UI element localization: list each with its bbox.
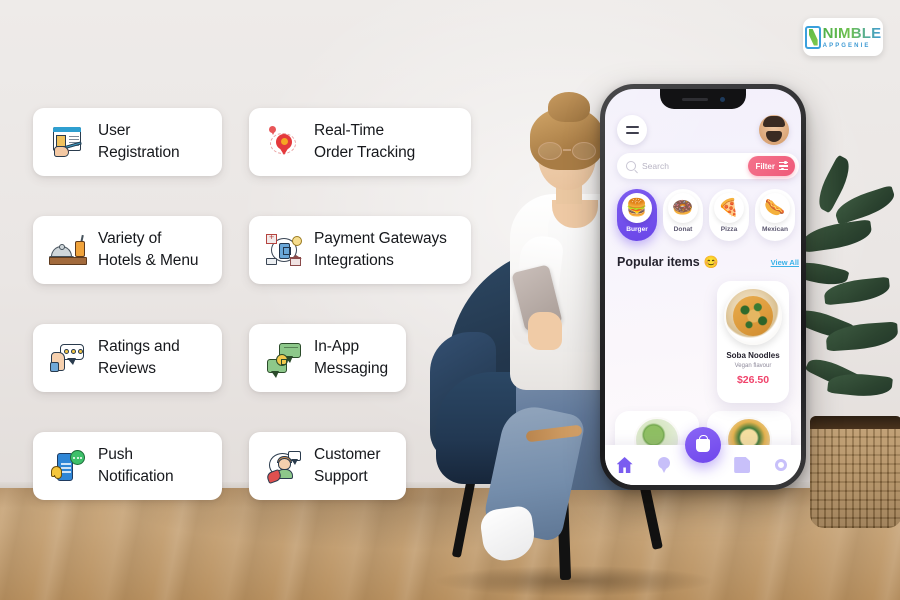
filter-label: Filter [755, 161, 775, 171]
hero-scene: Search Filter 🍔 Burger 🍩 Donat 🍕 Pizza 🌭… [0, 0, 900, 600]
app-screen: Search Filter 🍔 Burger 🍩 Donat 🍕 Pizza 🌭… [605, 89, 801, 485]
hotdog-icon: 🌭 [760, 193, 790, 223]
feature-label: Real-Time Order Tracking [314, 122, 416, 161]
feature-card-ratings-and-reviews[interactable]: Ratings and Reviews [33, 324, 222, 392]
feature-label: Ratings and Reviews [98, 338, 180, 377]
category-chip-mexican[interactable]: 🌭 Mexican [755, 189, 795, 241]
food-cloche-drink-icon [49, 231, 87, 269]
feature-label: Payment Gateways Integrations [314, 230, 447, 269]
document-icon[interactable] [734, 457, 751, 473]
search-input[interactable]: Search Filter [617, 153, 799, 179]
featured-item-card[interactable]: Soba Noodles Vegan flavour $26.50 [717, 281, 789, 403]
home-icon[interactable] [616, 457, 633, 473]
logo-tagline: APPGENIE [822, 42, 871, 49]
feature-card-push-notification[interactable]: Push Notification [33, 432, 222, 500]
app-header [605, 111, 801, 149]
feature-card-user-registration[interactable]: User Registration [33, 108, 222, 176]
wicker-basket [810, 416, 900, 528]
filter-sliders-icon [779, 161, 788, 171]
front-camera-icon [719, 96, 725, 102]
map-pin-route-icon [265, 123, 303, 161]
feature-label: Customer Support [314, 446, 381, 485]
logo-wordmark: NIMBLE APPGENIE [823, 26, 882, 49]
filter-button[interactable]: Filter [748, 156, 795, 176]
category-chips: 🍔 Burger 🍩 Donat 🍕 Pizza 🌭 Mexican [617, 189, 795, 241]
feature-card-customer-support[interactable]: Customer Support [249, 432, 406, 500]
support-agent-headset-icon [265, 447, 303, 485]
feature-label: User Registration [98, 122, 180, 161]
noodles-photo [724, 287, 782, 345]
item-name: Soba Noodles [726, 351, 780, 360]
feature-card-real-time-order-tracking[interactable]: Real-Time Order Tracking [249, 108, 471, 176]
payment-network-icon [265, 231, 303, 269]
category-chip-pizza[interactable]: 🍕 Pizza [709, 189, 749, 241]
phone-bell-alert-icon [49, 447, 87, 485]
burger-icon: 🍔 [622, 193, 652, 223]
feature-card-payment-gateways-integrations[interactable]: Payment Gateways Integrations [249, 216, 471, 284]
category-label: Burger [626, 226, 648, 233]
shopping-bag-icon [696, 434, 710, 452]
gear-icon[interactable] [773, 457, 789, 473]
feature-label: Variety of Hotels & Menu [98, 230, 199, 269]
mobile-phone-icon [804, 25, 821, 49]
phone-notch [660, 89, 746, 109]
category-chip-burger[interactable]: 🍔 Burger [617, 189, 657, 241]
category-label: Mexican [761, 226, 789, 233]
id-card-registration-icon [49, 123, 87, 161]
thumbs-up-chat-icon [49, 339, 87, 377]
pizza-icon: 🍕 [714, 193, 744, 223]
feature-label: In-App Messaging [314, 338, 389, 377]
user-avatar-icon[interactable] [759, 115, 789, 145]
eyeglasses-icon [536, 142, 598, 160]
logo-name: NIMBLE [822, 24, 882, 42]
shopping-bag-button[interactable] [685, 427, 721, 463]
popular-items-header: Popular items 😊 View All [617, 255, 799, 269]
phone-mockup: Search Filter 🍔 Burger 🍩 Donat 🍕 Pizza 🌭… [600, 84, 806, 490]
feature-label: Push Notification [98, 446, 174, 485]
section-title: Popular items 😊 [617, 255, 719, 269]
smiley-icon: 😊 [703, 255, 719, 269]
brand-logo[interactable]: NIMBLE APPGENIE [803, 18, 883, 56]
map-pin-icon[interactable] [656, 457, 672, 473]
search-placeholder: Search [642, 161, 669, 171]
category-chip-donat[interactable]: 🍩 Donat [663, 189, 703, 241]
category-label: Donat [673, 226, 693, 233]
feature-card-in-app-messaging[interactable]: In-App Messaging [249, 324, 406, 392]
item-flavour: Vegan flavour [734, 363, 772, 369]
view-all-link[interactable]: View All [771, 258, 799, 267]
secure-chat-bubbles-icon [265, 339, 303, 378]
donut-icon: 🍩 [668, 193, 698, 223]
item-price: $26.50 [736, 374, 770, 386]
search-icon [626, 161, 636, 171]
section-title-text: Popular items [617, 255, 700, 269]
hamburger-menu-icon[interactable] [617, 115, 647, 145]
speaker-grill-icon [681, 97, 708, 101]
category-label: Pizza [720, 226, 738, 233]
feature-card-variety-of-hotels-menu[interactable]: Variety of Hotels & Menu [33, 216, 222, 284]
